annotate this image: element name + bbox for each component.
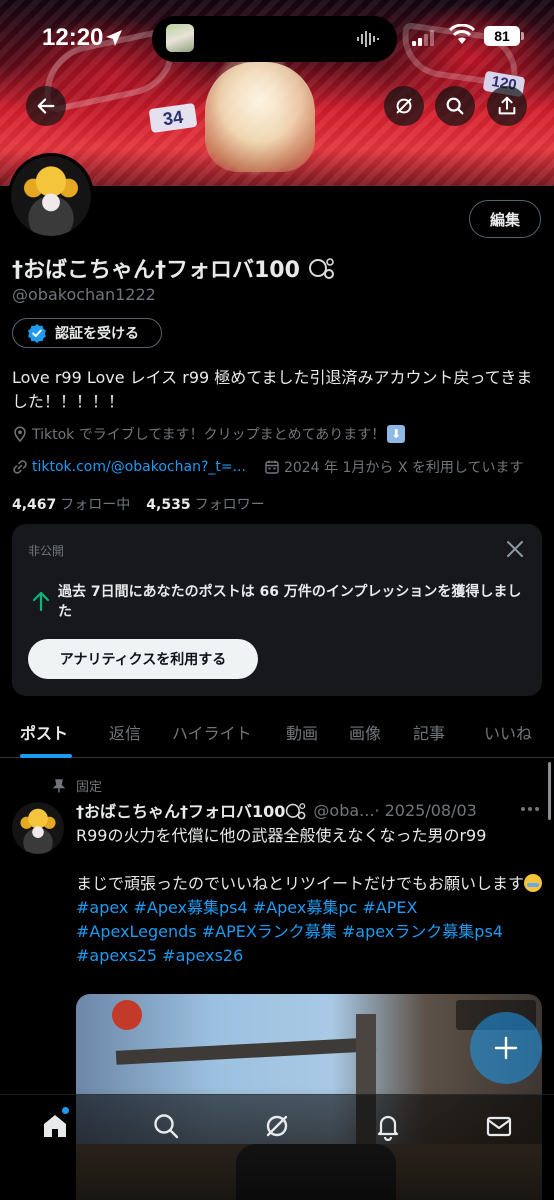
- profile-tabs: ポスト 返信 ハイライト 動画 画像 記事 いいね: [0, 708, 554, 758]
- verified-badge-icon: [28, 324, 46, 343]
- avatar-image: [11, 156, 91, 236]
- home-icon: [44, 1115, 66, 1137]
- nav-search[interactable]: [151, 1111, 181, 1141]
- edit-profile-button[interactable]: 編集: [469, 200, 541, 238]
- battery-indicator: 81: [484, 26, 520, 46]
- banner-character-figure: [205, 62, 315, 172]
- post-line-1: R99の火力を代償に他の武器全般使えなくなった男のr99: [76, 826, 487, 845]
- tab-replies[interactable]: 返信: [109, 720, 141, 744]
- share-icon: [498, 96, 516, 115]
- profile-display-name: †おばこちゃん†フォロバ100: [12, 252, 336, 284]
- pinned-indicator: 固定: [52, 776, 102, 795]
- hashtags-line-2[interactable]: #ApexLegends #APEXランク募集 #apexランク募集ps4: [76, 920, 546, 944]
- cellular-signal-icon: [412, 30, 434, 46]
- nav-home[interactable]: [40, 1111, 70, 1141]
- media-beam: [115, 1037, 377, 1065]
- bubbles-emoji-icon: [308, 258, 334, 279]
- dynamic-island[interactable]: [152, 16, 397, 62]
- profile-location: Tiktok でライブしてます！クリップまとめてあります！: [32, 427, 386, 443]
- pin-icon: [52, 778, 66, 792]
- location-pin-icon: [14, 426, 26, 442]
- grok-icon: [266, 1115, 288, 1137]
- active-tab-indicator: [20, 754, 72, 758]
- nav-messages[interactable]: [484, 1111, 514, 1141]
- following-label: フォロー中: [60, 497, 131, 513]
- post-author-name[interactable]: †おばこちゃん†フォロバ100: [76, 798, 285, 822]
- post-author-handle: @oba...: [313, 800, 375, 820]
- joined-date-group: 2024 年 1月から X を利用しています: [264, 457, 524, 477]
- arrow-up-icon: [32, 591, 50, 612]
- post-line-2-wrap: まじで頑張ったのでいいねとリツイートだけでもお願いします: [76, 872, 546, 896]
- get-verified-button[interactable]: 認証を受ける: [12, 318, 162, 348]
- now-playing-thumbnail: [166, 24, 194, 52]
- private-label: 非公開: [28, 544, 65, 558]
- home-notification-dot: [62, 1107, 69, 1114]
- scrollbar[interactable]: [548, 762, 551, 820]
- location-arrow-icon: [106, 30, 122, 46]
- post-author-avatar[interactable]: [12, 802, 64, 854]
- arrow-left-icon: [37, 98, 55, 114]
- media-red-object: [112, 1000, 142, 1030]
- search-icon: [154, 1114, 179, 1139]
- calendar-icon: [265, 460, 279, 474]
- bottom-navigation: [0, 1094, 554, 1200]
- followers-link[interactable]: 4,535 フォロワー: [146, 494, 264, 514]
- link-icon: [13, 460, 27, 474]
- more-options-icon[interactable]: [520, 806, 540, 812]
- followers-count: 4,535: [146, 497, 191, 513]
- post-avatar-image: [12, 802, 64, 854]
- share-button[interactable]: [487, 86, 527, 126]
- profile-joined: 2024 年 1月から X を利用しています: [283, 460, 524, 476]
- nav-notifications[interactable]: [373, 1111, 403, 1142]
- get-verified-label: 認証を受ける: [55, 326, 139, 342]
- profile-location-row: Tiktok でライブしてます！クリップまとめてあります！ ⬇: [12, 424, 406, 444]
- post-text: R99の火力を代償に他の武器全般使えなくなった男のr99 まじで頑張ったのでいい…: [76, 824, 546, 968]
- tab-videos[interactable]: 動画: [286, 720, 318, 744]
- search-icon: [446, 97, 464, 115]
- compose-button[interactable]: [470, 1012, 542, 1084]
- tab-likes[interactable]: いいね: [484, 720, 532, 744]
- grok-button[interactable]: [384, 86, 424, 126]
- back-button[interactable]: [26, 86, 66, 126]
- pinned-label: 固定: [76, 780, 103, 795]
- post-header: †おばこちゃん†フォロバ100 @oba... · 2025/08/03: [76, 798, 546, 822]
- profile-bio: Love r99 Love レイス r99 極めてました引退済みアカウント戻って…: [12, 368, 533, 411]
- profile-website-link[interactable]: tiktok.com/@obakochan?_t=...: [32, 459, 246, 475]
- wifi-icon: [448, 24, 476, 44]
- profile-handle: @obakochan1222: [12, 285, 156, 304]
- grok-icon: [396, 98, 412, 114]
- profile-meta-row: tiktok.com/@obakochan?_t=... 2024 年 1月から…: [12, 457, 523, 477]
- close-icon[interactable]: [504, 538, 526, 560]
- post-date: · 2025/08/03: [374, 800, 477, 820]
- down-arrow-emoji-icon: ⬇: [387, 425, 406, 443]
- status-time: 12:20: [42, 24, 104, 51]
- analytics-card: 非公開 過去 7日間にあなたのポストは 66 万件のインプレッションを獲得しまし…: [12, 524, 542, 696]
- bell-icon: [377, 1115, 399, 1142]
- impressions-message: 過去 7日間にあなたのポストは 66 万件のインプレッションを獲得しました: [58, 584, 522, 620]
- search-button[interactable]: [435, 86, 475, 126]
- sob-emoji-icon: [524, 874, 543, 892]
- hashtags-line-1[interactable]: #apex #Apex募集ps4 #Apex募集pc #APEX: [76, 896, 546, 920]
- tab-posts[interactable]: ポスト: [20, 720, 68, 744]
- nav-grok[interactable]: [262, 1111, 292, 1141]
- follow-stats: 4,467 フォロー中 4,535 フォロワー: [12, 494, 265, 514]
- display-name-text: †おばこちゃん†フォロバ100: [12, 258, 300, 283]
- followers-label: フォロワー: [194, 497, 265, 513]
- following-link[interactable]: 4,467 フォロー中: [12, 494, 130, 514]
- post-line-2: まじで頑張ったのでいいねとリツイートだけでもお願いします: [76, 874, 525, 893]
- profile-avatar[interactable]: [8, 153, 94, 239]
- analytics-button[interactable]: アナリティクスを利用する: [28, 639, 258, 679]
- status-bar: 12:20 81: [0, 0, 554, 72]
- following-count: 4,467: [12, 497, 57, 513]
- tab-articles[interactable]: 記事: [413, 720, 445, 744]
- tab-highlights[interactable]: ハイライト: [172, 720, 252, 744]
- audio-wave-icon: [357, 31, 379, 47]
- plus-icon: [494, 1036, 518, 1060]
- bubbles-emoji-icon: [286, 803, 306, 820]
- tab-photos[interactable]: 画像: [349, 720, 381, 744]
- battery-tip: [521, 32, 524, 40]
- hashtags-line-3[interactable]: #apexs25 #apexs26: [76, 944, 546, 968]
- mail-icon: [486, 1116, 512, 1137]
